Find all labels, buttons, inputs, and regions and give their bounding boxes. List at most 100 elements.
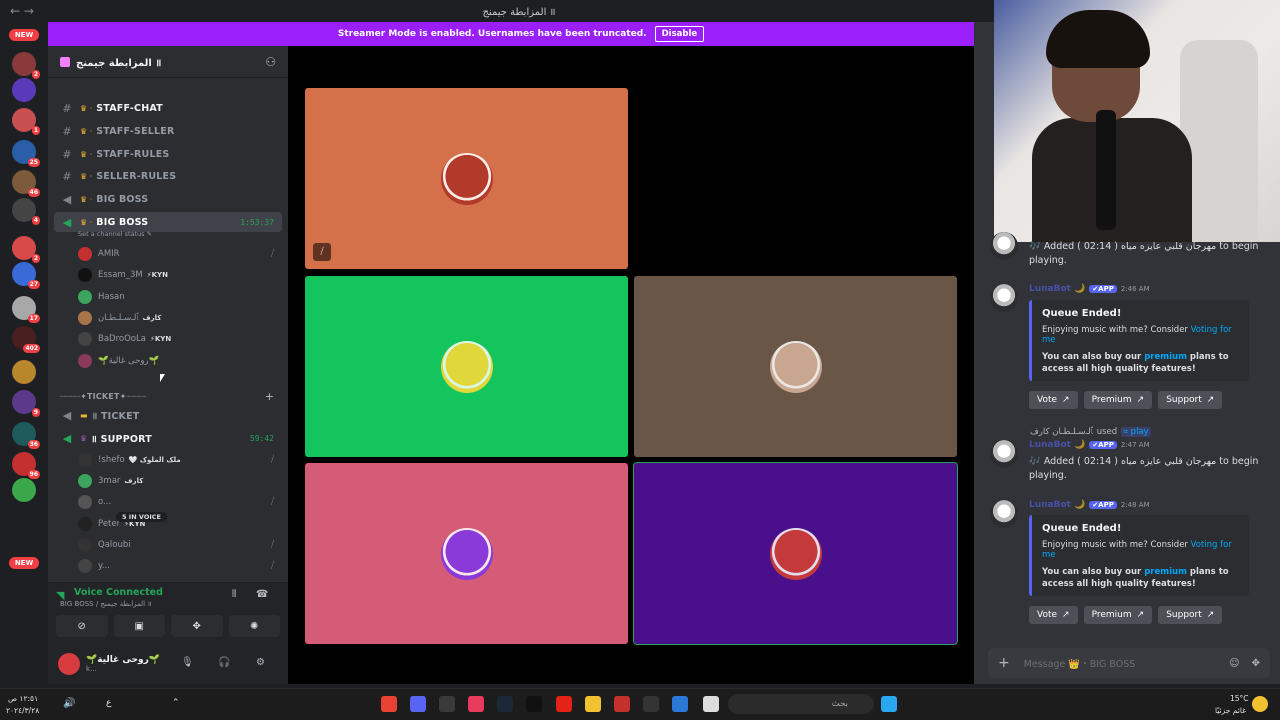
avatar[interactable] [78, 332, 92, 347]
weather-icon[interactable] [1252, 696, 1268, 712]
server-icon-3[interactable]: 25 [12, 140, 40, 167]
headphones-icon[interactable]: 🎧 [218, 657, 230, 668]
emoji-icon[interactable]: ☺ [1229, 658, 1239, 669]
bot-avatar[interactable] [990, 232, 1018, 260]
voice-user[interactable]: Qaloubi ⧸ [78, 535, 282, 555]
server-icon-1[interactable] [12, 78, 36, 102]
bot-avatar[interactable] [990, 284, 1018, 312]
premium-button[interactable]: Premium ↗ [1083, 606, 1153, 624]
bot-name[interactable]: LunaBot 🌙 [1029, 440, 1085, 450]
support-button[interactable]: Support ↗ [1158, 606, 1223, 624]
files-icon[interactable] [585, 696, 601, 712]
clock-time[interactable]: ١٢:٥١ ص [8, 694, 38, 703]
tiktok-icon[interactable] [526, 696, 542, 712]
steam-icon[interactable] [497, 696, 513, 712]
avatar[interactable] [78, 495, 92, 510]
add-channel-icon[interactable]: + [265, 390, 274, 403]
vote-button[interactable]: Vote ↗ [1029, 391, 1078, 409]
voice-user[interactable]: Peter ⚡KYN [78, 514, 282, 534]
premium-button[interactable]: Premium ↗ [1083, 391, 1153, 409]
avatar[interactable] [78, 310, 92, 325]
soundboard-button[interactable]: ✺ [228, 615, 280, 637]
disconnect-icon[interactable]: ☎ [256, 589, 268, 600]
bot-name[interactable]: LunaBot 🌙 [1029, 500, 1085, 510]
avatar[interactable] [78, 247, 92, 261]
bot-name[interactable]: LunaBot 🌙 [1029, 284, 1085, 294]
voice-user[interactable]: AMIR ⧸ [78, 244, 282, 264]
channel-status[interactable]: Set a channel status ✎ [78, 230, 152, 238]
voice-user[interactable]: BaDroOoLa ⚡KYN [78, 329, 282, 349]
avatar[interactable] [78, 289, 92, 304]
voice-user[interactable]: 🌱ﺭﻭﺣﯽ ﻏﺎﻟﯿﺔ🌱 [78, 351, 282, 371]
obs-icon[interactable] [439, 696, 455, 712]
composer-placeholder[interactable]: Message 👑・BIG BOSS [1024, 656, 1217, 670]
voice-status[interactable]: Voice Connected [74, 587, 163, 598]
bot-avatar[interactable] [990, 440, 1018, 468]
server-icon-10[interactable] [12, 360, 36, 384]
youtube-icon[interactable] [556, 696, 572, 712]
server-icon-5[interactable]: 4 [12, 198, 40, 225]
voice-user[interactable]: ﭑلـﺳـﻠـﻄـﺎن كارف [78, 308, 282, 328]
weather-desc[interactable]: غائم جزئيًا [1215, 706, 1246, 715]
new-badge-top[interactable]: NEW [9, 29, 39, 41]
server-icon-8[interactable]: 17 [12, 296, 40, 323]
support-button[interactable]: Support ↗ [1158, 391, 1223, 409]
avatar[interactable] [78, 516, 92, 531]
server-icon-11[interactable]: 9 [12, 390, 40, 417]
chrome-icon[interactable] [381, 696, 397, 712]
voice-user[interactable]: !shefo 🤍 ﻣﻠﮏ ﺍﻟﻤﻠﻮﮎ ⧸ [78, 450, 282, 470]
participant-tile-6[interactable] [633, 462, 958, 645]
channel-staff-seller[interactable]: # ♛ · STAFF-SELLER [54, 121, 282, 141]
participant-tile-2[interactable] [634, 88, 957, 269]
settings-icon[interactable]: ⚙ [256, 657, 265, 668]
disable-button[interactable]: Disable [654, 26, 705, 42]
channel-big-boss-active[interactable]: ◀ ♛ · BIG BOSS 1:53:37 [54, 212, 282, 232]
voice-user[interactable]: Essam_3M ⚡KYN [78, 265, 282, 285]
tiktok-live-icon[interactable] [468, 696, 484, 712]
participant-tile-3[interactable] [305, 276, 628, 457]
server-icon-9[interactable]: 402 [12, 326, 40, 353]
channel-seller-rules[interactable]: # ♛ · SELLER-RULES [54, 166, 282, 186]
server-icon-0[interactable]: 2 [12, 52, 40, 79]
app-icon[interactable] [703, 696, 719, 712]
channel-staff-chat[interactable]: # ♛ · STAFF-CHAT [54, 98, 282, 118]
participant-tile-1[interactable]: ⧸ [305, 88, 628, 269]
voice-user[interactable]: o... ⧸ [78, 492, 282, 512]
voice-subtitle[interactable]: BIG BOSS / المزابطة جيمنج ॥ [60, 600, 152, 609]
message-composer[interactable]: + Message 👑・BIG BOSS ☺ ✥ [988, 648, 1270, 678]
participant-tile-4[interactable] [634, 276, 957, 457]
server-icon-14[interactable] [12, 478, 36, 502]
in-voice-pill[interactable]: 5 IN VOICE [116, 512, 167, 522]
user-avatar[interactable] [58, 653, 80, 675]
reply-context[interactable]: ﭑلـﺳـﻠـﻄـﺎن كارف used ⌗ play [1030, 427, 1151, 437]
server-icon-7[interactable]: 27 [12, 262, 40, 289]
server-header[interactable]: المزابطة جيمنج ॥ ⚇ [48, 46, 288, 78]
screen-share-button[interactable]: ▣ [113, 615, 165, 637]
bot-avatar[interactable] [990, 500, 1018, 528]
avatar[interactable] [78, 559, 92, 573]
avatar[interactable] [78, 453, 92, 467]
discord-icon[interactable] [410, 696, 426, 712]
activities-button[interactable]: ✥ [171, 615, 223, 637]
language-indicator[interactable]: ع [106, 698, 111, 708]
apps-icon[interactable]: ✥ [1252, 658, 1260, 669]
invite-icon[interactable]: ⚇ [265, 55, 276, 69]
store-icon[interactable] [672, 696, 688, 712]
epic-icon[interactable] [643, 696, 659, 712]
volume-icon[interactable]: 🔊 [63, 698, 75, 709]
tray-chevron-icon[interactable]: ⌃ [172, 698, 180, 708]
avatar[interactable] [78, 537, 92, 552]
server-icon-4[interactable]: 46 [12, 170, 40, 197]
premium-link[interactable]: premium [1144, 352, 1187, 362]
server-icon-2[interactable]: 1 [12, 108, 40, 135]
add-attachment-icon[interactable]: + [998, 655, 1010, 671]
voice-user[interactable]: Hasan [78, 287, 282, 307]
premium-link[interactable]: premium [1144, 567, 1187, 577]
avatar[interactable] [78, 353, 92, 368]
noise-suppression-icon[interactable]: ⫴ [232, 589, 236, 600]
clock-date[interactable]: ٢٠٢٤/٣/٢٨ [6, 706, 39, 715]
user-name[interactable]: 🌱ﺭﻭﺣﯽ ﻏﺎﻟﯿﺔ🌱 [86, 655, 160, 665]
new-badge-bottom[interactable]: NEW [9, 557, 39, 569]
avatar[interactable] [78, 268, 92, 283]
voice-user[interactable]: 3mar كارف [78, 471, 282, 491]
